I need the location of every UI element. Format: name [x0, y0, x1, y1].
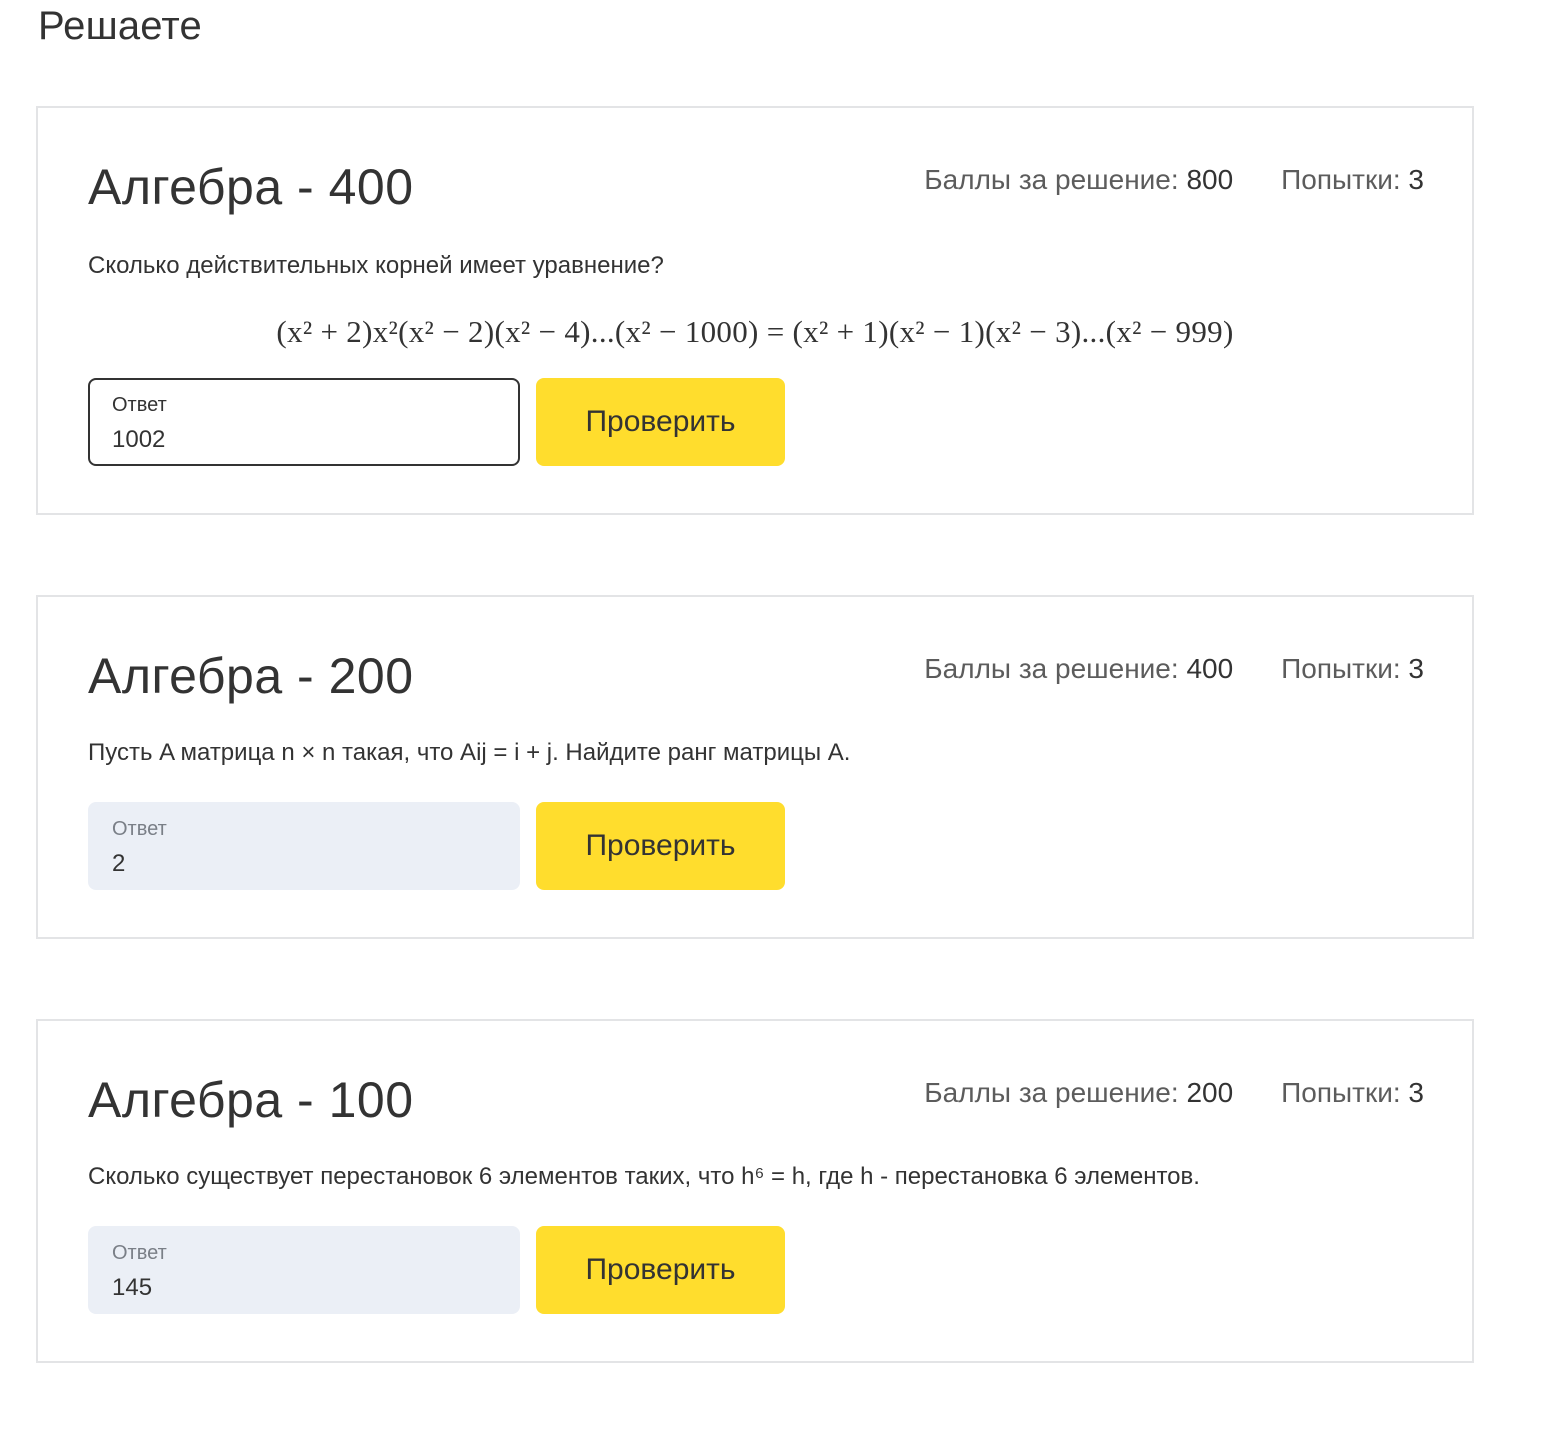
answer-input[interactable]: [112, 850, 492, 878]
task-title: Алгебра - 100: [88, 1072, 414, 1128]
task-card: Алгебра - 200 Баллы за решение: 400 Попы…: [36, 595, 1474, 939]
answer-field[interactable]: Ответ: [88, 378, 520, 466]
answer-field[interactable]: Ответ: [88, 1226, 520, 1314]
task-title: Алгебра - 400: [88, 159, 414, 215]
points-value: 200: [1186, 1077, 1234, 1108]
answer-input[interactable]: [112, 1274, 492, 1302]
attempts-value: 3: [1408, 164, 1424, 195]
task-question: Сколько действительных корней имеет урав…: [88, 252, 664, 279]
points-label: Баллы за решение:: [924, 653, 1179, 684]
points-info: Баллы за решение: 400: [924, 653, 1233, 685]
task-meta: Баллы за решение: 200 Попытки: 3: [924, 1077, 1424, 1109]
points-info: Баллы за решение: 200: [924, 1077, 1233, 1109]
task-meta: Баллы за решение: 400 Попытки: 3: [924, 653, 1424, 685]
check-button[interactable]: Проверить: [536, 1226, 785, 1314]
points-label: Баллы за решение:: [924, 164, 1179, 195]
task-card: Алгебра - 400 Баллы за решение: 800 Попы…: [36, 106, 1474, 515]
attempts-label: Попытки:: [1281, 164, 1401, 195]
attempts-label: Попытки:: [1281, 653, 1401, 684]
task-card: Алгебра - 100 Баллы за решение: 200 Попы…: [36, 1019, 1474, 1363]
attempts-info: Попытки: 3: [1281, 1077, 1424, 1109]
task-question: Сколько существует перестановок 6 элемен…: [88, 1163, 1200, 1190]
check-button[interactable]: Проверить: [536, 378, 785, 466]
task-formula: (x² + 2)x²(x² − 2)(x² − 4)...(x² − 1000)…: [276, 314, 1234, 349]
task-question: Пусть A матрица n × n такая, что Aij = i…: [88, 739, 851, 766]
answer-field[interactable]: Ответ: [88, 802, 520, 890]
points-value: 400: [1186, 653, 1234, 684]
points-info: Баллы за решение: 800: [924, 164, 1233, 196]
answer-input[interactable]: [112, 426, 492, 454]
page-heading: Решаете: [38, 4, 202, 48]
answer-field-label: Ответ: [112, 818, 167, 840]
answer-field-label: Ответ: [112, 1242, 167, 1264]
attempts-value: 3: [1408, 1077, 1424, 1108]
attempts-info: Попытки: 3: [1281, 164, 1424, 196]
task-meta: Баллы за решение: 800 Попытки: 3: [924, 164, 1424, 196]
attempts-label: Попытки:: [1281, 1077, 1401, 1108]
points-value: 800: [1186, 164, 1234, 195]
attempts-value: 3: [1408, 653, 1424, 684]
task-title: Алгебра - 200: [88, 648, 414, 704]
attempts-info: Попытки: 3: [1281, 653, 1424, 685]
points-label: Баллы за решение:: [924, 1077, 1179, 1108]
check-button[interactable]: Проверить: [536, 802, 785, 890]
answer-field-label: Ответ: [112, 394, 167, 416]
